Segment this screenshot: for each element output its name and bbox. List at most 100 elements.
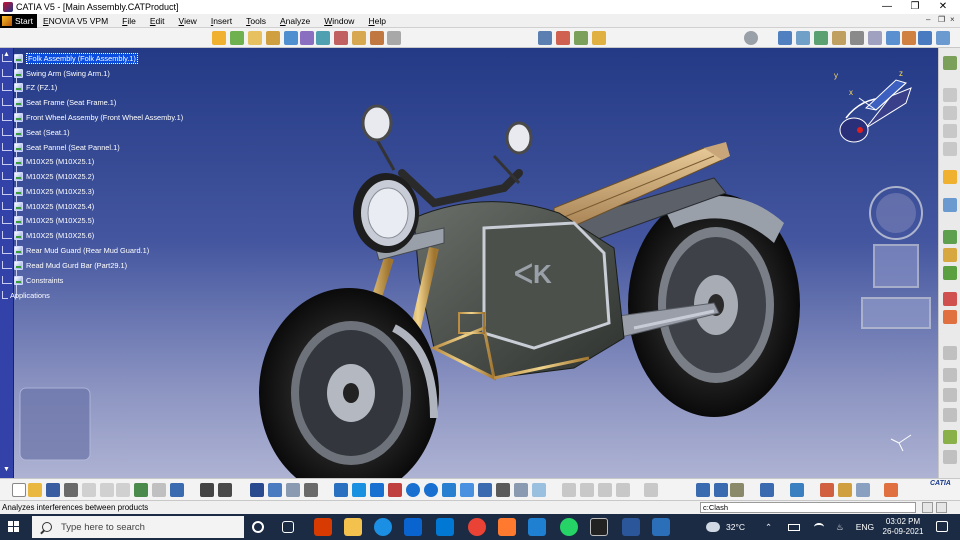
start-menu[interactable]: Start [0, 13, 37, 28]
change-constraint-icon[interactable] [918, 31, 932, 45]
print-icon[interactable] [64, 483, 78, 497]
selective-load-icon[interactable] [334, 31, 348, 45]
tree-item-m10x25-6[interactable]: M10X25 (M10X25.6) [2, 229, 94, 241]
catia-taskbar-icon[interactable] [590, 518, 608, 536]
headlight[interactable] [353, 173, 419, 253]
publication-icon[interactable] [943, 346, 957, 360]
sectioning-icon[interactable] [943, 88, 957, 102]
pan-icon[interactable] [370, 483, 384, 497]
minimize-button[interactable]: — [872, 0, 902, 14]
taskbar-search[interactable]: Type here to search [32, 516, 244, 538]
render-icon[interactable] [838, 483, 852, 497]
whats-this-icon[interactable] [170, 483, 184, 497]
photos-icon[interactable] [652, 518, 670, 536]
save-icon[interactable] [46, 483, 60, 497]
menu-enovia[interactable]: ENOVIA V5 VPM [43, 16, 108, 26]
knowledge-icon[interactable] [943, 310, 957, 324]
tree-item-swing-arm[interactable]: Swing Arm (Swing Arm.1) [2, 67, 110, 79]
measure-icon[interactable] [943, 124, 957, 138]
tree-item-seat[interactable]: Seat (Seat.1) [2, 126, 70, 138]
annotation-icon[interactable] [943, 198, 957, 212]
multi-view-icon[interactable] [460, 483, 474, 497]
tree-item-seat-pannel[interactable]: Seat Pannel (Seat Pannel.1) [2, 141, 120, 153]
tree-item-folk-assembly[interactable]: Folk Assembly (Folk Assembly.1) [2, 52, 138, 64]
offset-constraint-icon[interactable] [814, 31, 828, 45]
tree-item-rear-mud-guard[interactable]: Rear Mud Guard (Rear Mud Guard.1) [2, 244, 149, 256]
hub-icon[interactable] [268, 483, 282, 497]
quick-constraint-icon[interactable] [886, 31, 900, 45]
product-icon[interactable] [212, 31, 226, 45]
redo-icon[interactable] [152, 483, 166, 497]
normal-view-icon[interactable] [442, 483, 456, 497]
select-icon[interactable] [943, 170, 957, 184]
fit-all-icon[interactable] [352, 483, 366, 497]
apply-material-icon[interactable] [820, 483, 834, 497]
properties-icon[interactable] [644, 483, 658, 497]
clock[interactable]: 03:02 PM 26-09-2021 [880, 517, 926, 537]
geometry-off-icon[interactable] [562, 483, 576, 497]
paste-icon[interactable] [116, 483, 130, 497]
replace-component-icon[interactable] [284, 31, 298, 45]
menu-analyze[interactable]: Analyze [280, 16, 310, 26]
menu-help[interactable]: Help [368, 16, 385, 26]
menu-insert[interactable]: Insert [211, 16, 232, 26]
scroll-down-icon[interactable]: ▼ [3, 466, 11, 474]
tree-item-seat-frame[interactable]: Seat Frame (Seat Frame.1) [2, 96, 116, 108]
generate-numbering-icon[interactable] [316, 31, 330, 45]
mini-map[interactable] [19, 387, 91, 461]
flexible-rigid-icon[interactable] [902, 31, 916, 45]
manipulation-icon[interactable] [538, 31, 552, 45]
bolt-icon[interactable] [730, 483, 744, 497]
distance-icon[interactable] [943, 106, 957, 120]
menu-file[interactable]: File [122, 16, 136, 26]
cut-icon[interactable] [82, 483, 96, 497]
command-history-button[interactable] [936, 502, 947, 513]
restore-button[interactable]: ❐ [900, 0, 930, 14]
right-mirror[interactable] [505, 121, 533, 155]
multi-instantiation-icon[interactable] [370, 31, 384, 45]
command-stop-button[interactable] [922, 502, 933, 513]
handlebar[interactable] [398, 169, 523, 208]
sphere-icon[interactable] [286, 483, 300, 497]
tree-item-m10x25-5[interactable]: M10X25 (M10X25.5) [2, 214, 94, 226]
doc-restore-button[interactable]: ❐ [938, 15, 945, 24]
tree-item-m10x25-1[interactable]: M10X25 (M10X25.1) [2, 155, 94, 167]
undo-icon[interactable] [134, 483, 148, 497]
inertia-icon[interactable] [943, 142, 957, 156]
hide-show-icon[interactable] [514, 483, 528, 497]
move-icon[interactable] [696, 483, 710, 497]
copy-icon[interactable] [100, 483, 114, 497]
fast-multi-instantiation-icon[interactable] [387, 31, 401, 45]
shading-icon[interactable] [496, 483, 510, 497]
cortana-icon[interactable] [252, 521, 264, 533]
open-icon[interactable] [28, 483, 42, 497]
tolerance-icon[interactable] [943, 388, 957, 402]
new-icon[interactable] [12, 483, 26, 497]
formula-icon[interactable] [200, 483, 214, 497]
mail-icon[interactable] [436, 518, 454, 536]
bill-of-material-icon[interactable] [943, 248, 957, 262]
network-icon[interactable] [814, 523, 825, 531]
tree-item-constraints[interactable]: Constraints [2, 274, 63, 286]
file-explorer-icon[interactable] [344, 518, 362, 536]
weather-icon[interactable] [706, 522, 720, 532]
calculator-icon[interactable] [528, 518, 546, 536]
tree-item-mud-gurd-bar[interactable]: Read Mud Gurd Bar (Part29.1) [2, 259, 127, 271]
task-view-icon[interactable] [282, 521, 294, 533]
specification-off-icon[interactable] [580, 483, 594, 497]
zoom-in-icon[interactable] [406, 483, 420, 497]
tree-item-front-wheel[interactable]: Front Wheel Assemby (Front Wheel Assemby… [2, 111, 183, 123]
menu-edit[interactable]: Edit [150, 16, 165, 26]
tree-item-fz[interactable]: FZ (FZ.1) [2, 81, 57, 93]
zoom-out-icon[interactable] [424, 483, 438, 497]
fix-component-icon[interactable] [850, 31, 864, 45]
constraint-move-icon[interactable] [714, 483, 728, 497]
whatsapp-icon[interactable] [560, 518, 578, 536]
show-hidden-icons-icon[interactable]: ⌃ [765, 522, 772, 533]
command-input[interactable]: c:Clash [700, 502, 916, 513]
material-icon[interactable] [790, 483, 804, 497]
compass-off-icon[interactable] [598, 483, 612, 497]
component-icon[interactable] [230, 31, 244, 45]
part-icon[interactable] [248, 31, 262, 45]
menu-view[interactable]: View [179, 16, 197, 26]
